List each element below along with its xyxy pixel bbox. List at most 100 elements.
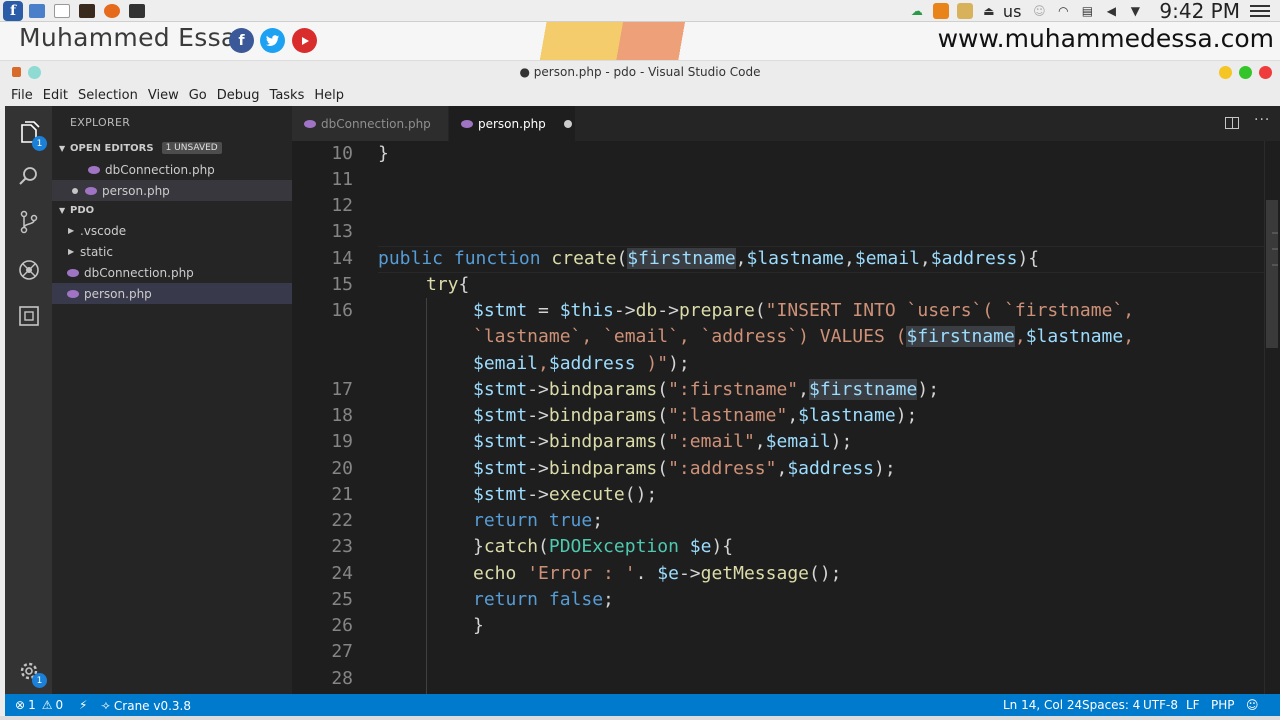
menu-selection[interactable]: Selection: [78, 88, 138, 103]
os-menu-logo-icon[interactable]: f: [3, 1, 23, 21]
debug-icon[interactable]: [5, 250, 52, 290]
line-number: 26: [331, 615, 353, 636]
extension-status[interactable]: ⟢ Crane v0.3.8: [101, 698, 191, 713]
code-token: $lastname: [746, 248, 845, 269]
folder-header[interactable]: ▼ PDO: [52, 199, 292, 221]
code-token: $stmt: [473, 484, 528, 505]
chevron-down-icon: ▼: [59, 205, 66, 215]
code-token: ,: [735, 248, 747, 269]
line-number: 10: [331, 143, 353, 164]
menu-help[interactable]: Help: [314, 88, 344, 103]
menu-debug[interactable]: Debug: [217, 88, 260, 103]
tab-dbconnection[interactable]: dbConnection.php: [292, 106, 448, 141]
open-editor-label: person.php: [102, 183, 170, 198]
app-icon[interactable]: [76, 1, 98, 21]
wifi-icon[interactable]: ◠: [1055, 3, 1071, 19]
code-token: return: [473, 589, 549, 610]
code-token: create: [551, 248, 617, 269]
package-icon[interactable]: [956, 3, 973, 19]
close-button[interactable]: [1259, 66, 1272, 79]
indentation[interactable]: Spaces: 4: [1082, 698, 1140, 712]
more-actions-icon[interactable]: ···: [1254, 112, 1270, 128]
code-token: return: [473, 510, 549, 531]
file-item-selected[interactable]: person.php: [52, 283, 292, 304]
firefox-icon[interactable]: [101, 1, 123, 21]
code-token: $address: [787, 458, 875, 479]
cursor-position[interactable]: Ln 14, Col 24: [1003, 698, 1082, 712]
usb-icon[interactable]: ⏏: [981, 3, 997, 19]
menu-bar: File Edit Selection View Go Debug Tasks …: [0, 84, 1280, 106]
code-token: $email: [765, 431, 831, 452]
code-token: bindparams: [548, 379, 658, 400]
folder-item[interactable]: ▶ static: [52, 241, 292, 262]
encoding[interactable]: UTF-8: [1143, 698, 1178, 712]
open-editors-header[interactable]: ▼ OPEN EDITORS 1 UNSAVED: [52, 137, 292, 159]
code-token: ":address": [668, 458, 777, 479]
lightning-icon[interactable]: ⚡: [79, 698, 87, 712]
tab-label: person.php: [478, 116, 546, 131]
line-number: 27: [331, 641, 353, 662]
menu-view[interactable]: View: [148, 88, 179, 103]
keyboard-layout[interactable]: us: [1003, 2, 1021, 21]
search-icon[interactable]: [5, 156, 52, 196]
window-title: ● person.php - pdo - Visual Studio Code: [519, 65, 761, 79]
code-editor[interactable]: 10 11 12 13 14 15 16 17 18 19 20 21 22 2…: [292, 141, 1270, 694]
hamburger-menu-icon[interactable]: [1250, 5, 1270, 17]
extension-label: Crane v0.3.8: [113, 698, 192, 713]
terminal-icon[interactable]: [126, 1, 148, 21]
code-token: $email: [473, 353, 539, 374]
window-titlebar: ● person.php - pdo - Visual Studio Code: [0, 60, 1280, 84]
code-line: echo 'Error : '. $e->getMessage();: [473, 561, 842, 587]
problems-indicator[interactable]: ⊗ 1 ⚠ 0: [15, 698, 63, 712]
vlc-icon[interactable]: [932, 3, 949, 19]
sync-icon[interactable]: ☁: [909, 3, 925, 19]
overview-ruler-mark: [1272, 248, 1278, 250]
split-editor-icon[interactable]: [1225, 117, 1239, 129]
folder-item[interactable]: ▶ .vscode: [52, 220, 292, 241]
feedback-icon[interactable]: ☺: [1246, 698, 1259, 712]
clock[interactable]: 9:42 PM: [1159, 0, 1240, 23]
open-editors-label: OPEN EDITORS: [70, 142, 154, 154]
clipboard-icon[interactable]: ▤: [1079, 3, 1095, 19]
folder-label: PDO: [70, 204, 95, 216]
open-editor-item[interactable]: dbConnection.php: [52, 159, 292, 180]
code-token: bindparams: [548, 405, 658, 426]
user-icon[interactable]: ☺: [1031, 3, 1047, 19]
code-token: prepare: [678, 300, 755, 321]
code-line: public function create($firstname,$lastn…: [378, 246, 1039, 272]
language-mode[interactable]: PHP: [1211, 698, 1235, 712]
code-token: getMessage: [700, 563, 809, 584]
gear-icon[interactable]: 1: [5, 651, 52, 691]
code-token: $stmt: [473, 300, 528, 321]
window-icon[interactable]: [51, 1, 73, 21]
menu-tasks[interactable]: Tasks: [270, 88, 305, 103]
code-token: $email: [854, 248, 920, 269]
code-token: ->: [527, 405, 549, 426]
open-editor-item-active[interactable]: person.php: [52, 180, 292, 201]
code-token: ,: [919, 248, 931, 269]
menu-edit[interactable]: Edit: [43, 88, 68, 103]
volume-icon[interactable]: ◀: [1103, 3, 1119, 19]
scrollbar-thumb[interactable]: [1266, 200, 1278, 348]
code-token: $lastname: [798, 405, 896, 426]
menu-go[interactable]: Go: [189, 88, 207, 103]
file-manager-icon[interactable]: [26, 1, 48, 21]
maximize-button[interactable]: [1239, 66, 1252, 79]
extensions-icon[interactable]: [5, 296, 52, 336]
code-token: }: [378, 143, 389, 164]
source-control-icon[interactable]: [5, 202, 52, 242]
twitter-icon: [260, 28, 285, 53]
chevron-down-icon[interactable]: ▼: [1127, 3, 1143, 19]
tab-person[interactable]: person.php: [449, 106, 575, 141]
line-ending[interactable]: LF: [1186, 698, 1200, 712]
minimize-button[interactable]: [1219, 66, 1232, 79]
file-item[interactable]: dbConnection.php: [52, 262, 292, 283]
explorer-icon[interactable]: 1: [5, 112, 52, 152]
code-token: ){: [1017, 248, 1040, 269]
unsaved-dot-icon[interactable]: [563, 119, 572, 128]
code-token: $e: [657, 563, 679, 584]
code-token: );: [874, 458, 896, 479]
menu-file[interactable]: File: [11, 88, 33, 103]
code-token: $stmt: [473, 458, 528, 479]
php-file-icon: [85, 186, 97, 195]
